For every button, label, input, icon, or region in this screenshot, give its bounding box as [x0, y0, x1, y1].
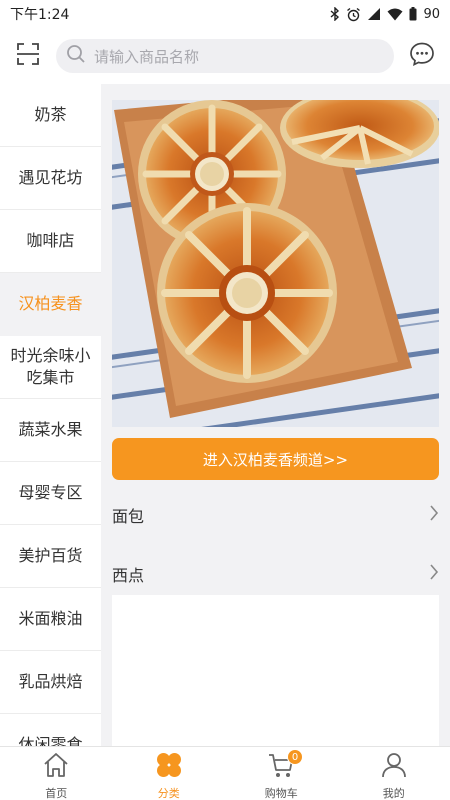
- banner-image[interactable]: [112, 100, 439, 427]
- sidebar-item-snack-market[interactable]: 时光余味小吃集市: [0, 336, 101, 399]
- message-button[interactable]: [394, 28, 450, 84]
- top-header: 请输入商品名称: [0, 28, 450, 84]
- nav-profile[interactable]: 我的: [338, 747, 450, 800]
- signal-icon: [367, 7, 381, 21]
- sidebar-item-label: 休闲零食: [18, 735, 83, 746]
- sidebar-item-label: 乳品烘焙: [18, 672, 83, 691]
- category-sidebar: 奶茶 遇见花坊 咖啡店 汉柏麦香 时光余味小吃集市 蔬菜水果 母婴专区 美护百货…: [0, 84, 101, 746]
- subcategory-label: 西点: [112, 566, 145, 585]
- subcategory-row-bread[interactable]: 面包: [112, 500, 439, 530]
- search-icon: [66, 44, 86, 68]
- search-input[interactable]: 请输入商品名称: [56, 39, 394, 73]
- home-icon: [42, 751, 70, 783]
- sidebar-item-label: 咖啡店: [26, 231, 75, 250]
- nav-category[interactable]: 分类: [113, 747, 226, 800]
- category-icon: [155, 751, 183, 783]
- bluetooth-icon: [330, 7, 340, 21]
- nav-label: 购物车: [264, 787, 298, 800]
- sidebar-item-dairy-baking[interactable]: 乳品烘焙: [0, 651, 101, 714]
- bottom-nav: 首页 分类 0 购物车 我的: [0, 746, 450, 800]
- nav-label: 首页: [45, 787, 68, 800]
- scan-icon: [16, 42, 40, 70]
- sidebar-item-vegetables-fruit[interactable]: 蔬菜水果: [0, 399, 101, 462]
- nav-label: 分类: [157, 787, 180, 800]
- sidebar-item-label: 汉柏麦香: [18, 294, 83, 313]
- sidebar-item-milk-tea[interactable]: 奶茶: [0, 84, 101, 147]
- battery-level: 90: [423, 6, 440, 22]
- sidebar-item-mother-baby[interactable]: 母婴专区: [0, 462, 101, 525]
- status-icons: 90: [330, 7, 440, 22]
- alarm-icon: [346, 7, 361, 22]
- sidebar-item-label: 遇见花坊: [18, 168, 83, 187]
- battery-icon: [409, 7, 417, 21]
- sidebar-item-label: 母婴专区: [18, 483, 83, 502]
- sidebar-item-label: 蔬菜水果: [18, 420, 83, 439]
- status-bar: 下午1:24 90: [0, 0, 450, 28]
- sidebar-item-beauty-goods[interactable]: 美护百货: [0, 525, 101, 588]
- sidebar-item-label: 奶茶: [34, 105, 67, 124]
- enter-channel-button[interactable]: 进入汉柏麦香频道>>: [112, 438, 439, 480]
- nav-label: 我的: [382, 787, 405, 800]
- sidebar-item-flower-shop[interactable]: 遇见花坊: [0, 147, 101, 210]
- subcategory-row-pastry[interactable]: 西点: [112, 559, 439, 589]
- nav-home[interactable]: 首页: [0, 747, 113, 800]
- product-panel: [112, 595, 439, 746]
- bread-photo: [112, 100, 439, 427]
- subcategory-label: 面包: [112, 507, 145, 526]
- app-screen: 下午1:24 90 请输入商品名称 奶茶 遇见花坊 咖啡店 汉柏麦香 时光余味小…: [0, 0, 450, 800]
- search-placeholder: 请输入商品名称: [94, 47, 200, 66]
- scan-button[interactable]: [0, 28, 56, 84]
- sidebar-item-grain-oil[interactable]: 米面粮油: [0, 588, 101, 651]
- sidebar-item-coffee-shop[interactable]: 咖啡店: [0, 210, 101, 273]
- category-content: 进入汉柏麦香频道>> 面包 西点: [101, 84, 450, 746]
- sidebar-item-snacks[interactable]: 休闲零食: [0, 714, 101, 746]
- sidebar-item-label: 米面粮油: [18, 609, 83, 628]
- sidebar-item-label: 美护百货: [18, 546, 83, 565]
- nav-cart[interactable]: 0 购物车: [225, 747, 338, 800]
- message-icon: [409, 41, 435, 71]
- profile-icon: [380, 751, 408, 783]
- chevron-right-icon: [429, 505, 439, 525]
- wifi-icon: [387, 8, 403, 21]
- cart-count-badge: 0: [287, 749, 303, 765]
- sidebar-item-bakery[interactable]: 汉柏麦香: [0, 273, 101, 336]
- chevron-right-icon: [429, 564, 439, 584]
- status-time: 下午1:24: [10, 7, 70, 23]
- sidebar-item-label: 时光余味小吃集市: [10, 346, 91, 387]
